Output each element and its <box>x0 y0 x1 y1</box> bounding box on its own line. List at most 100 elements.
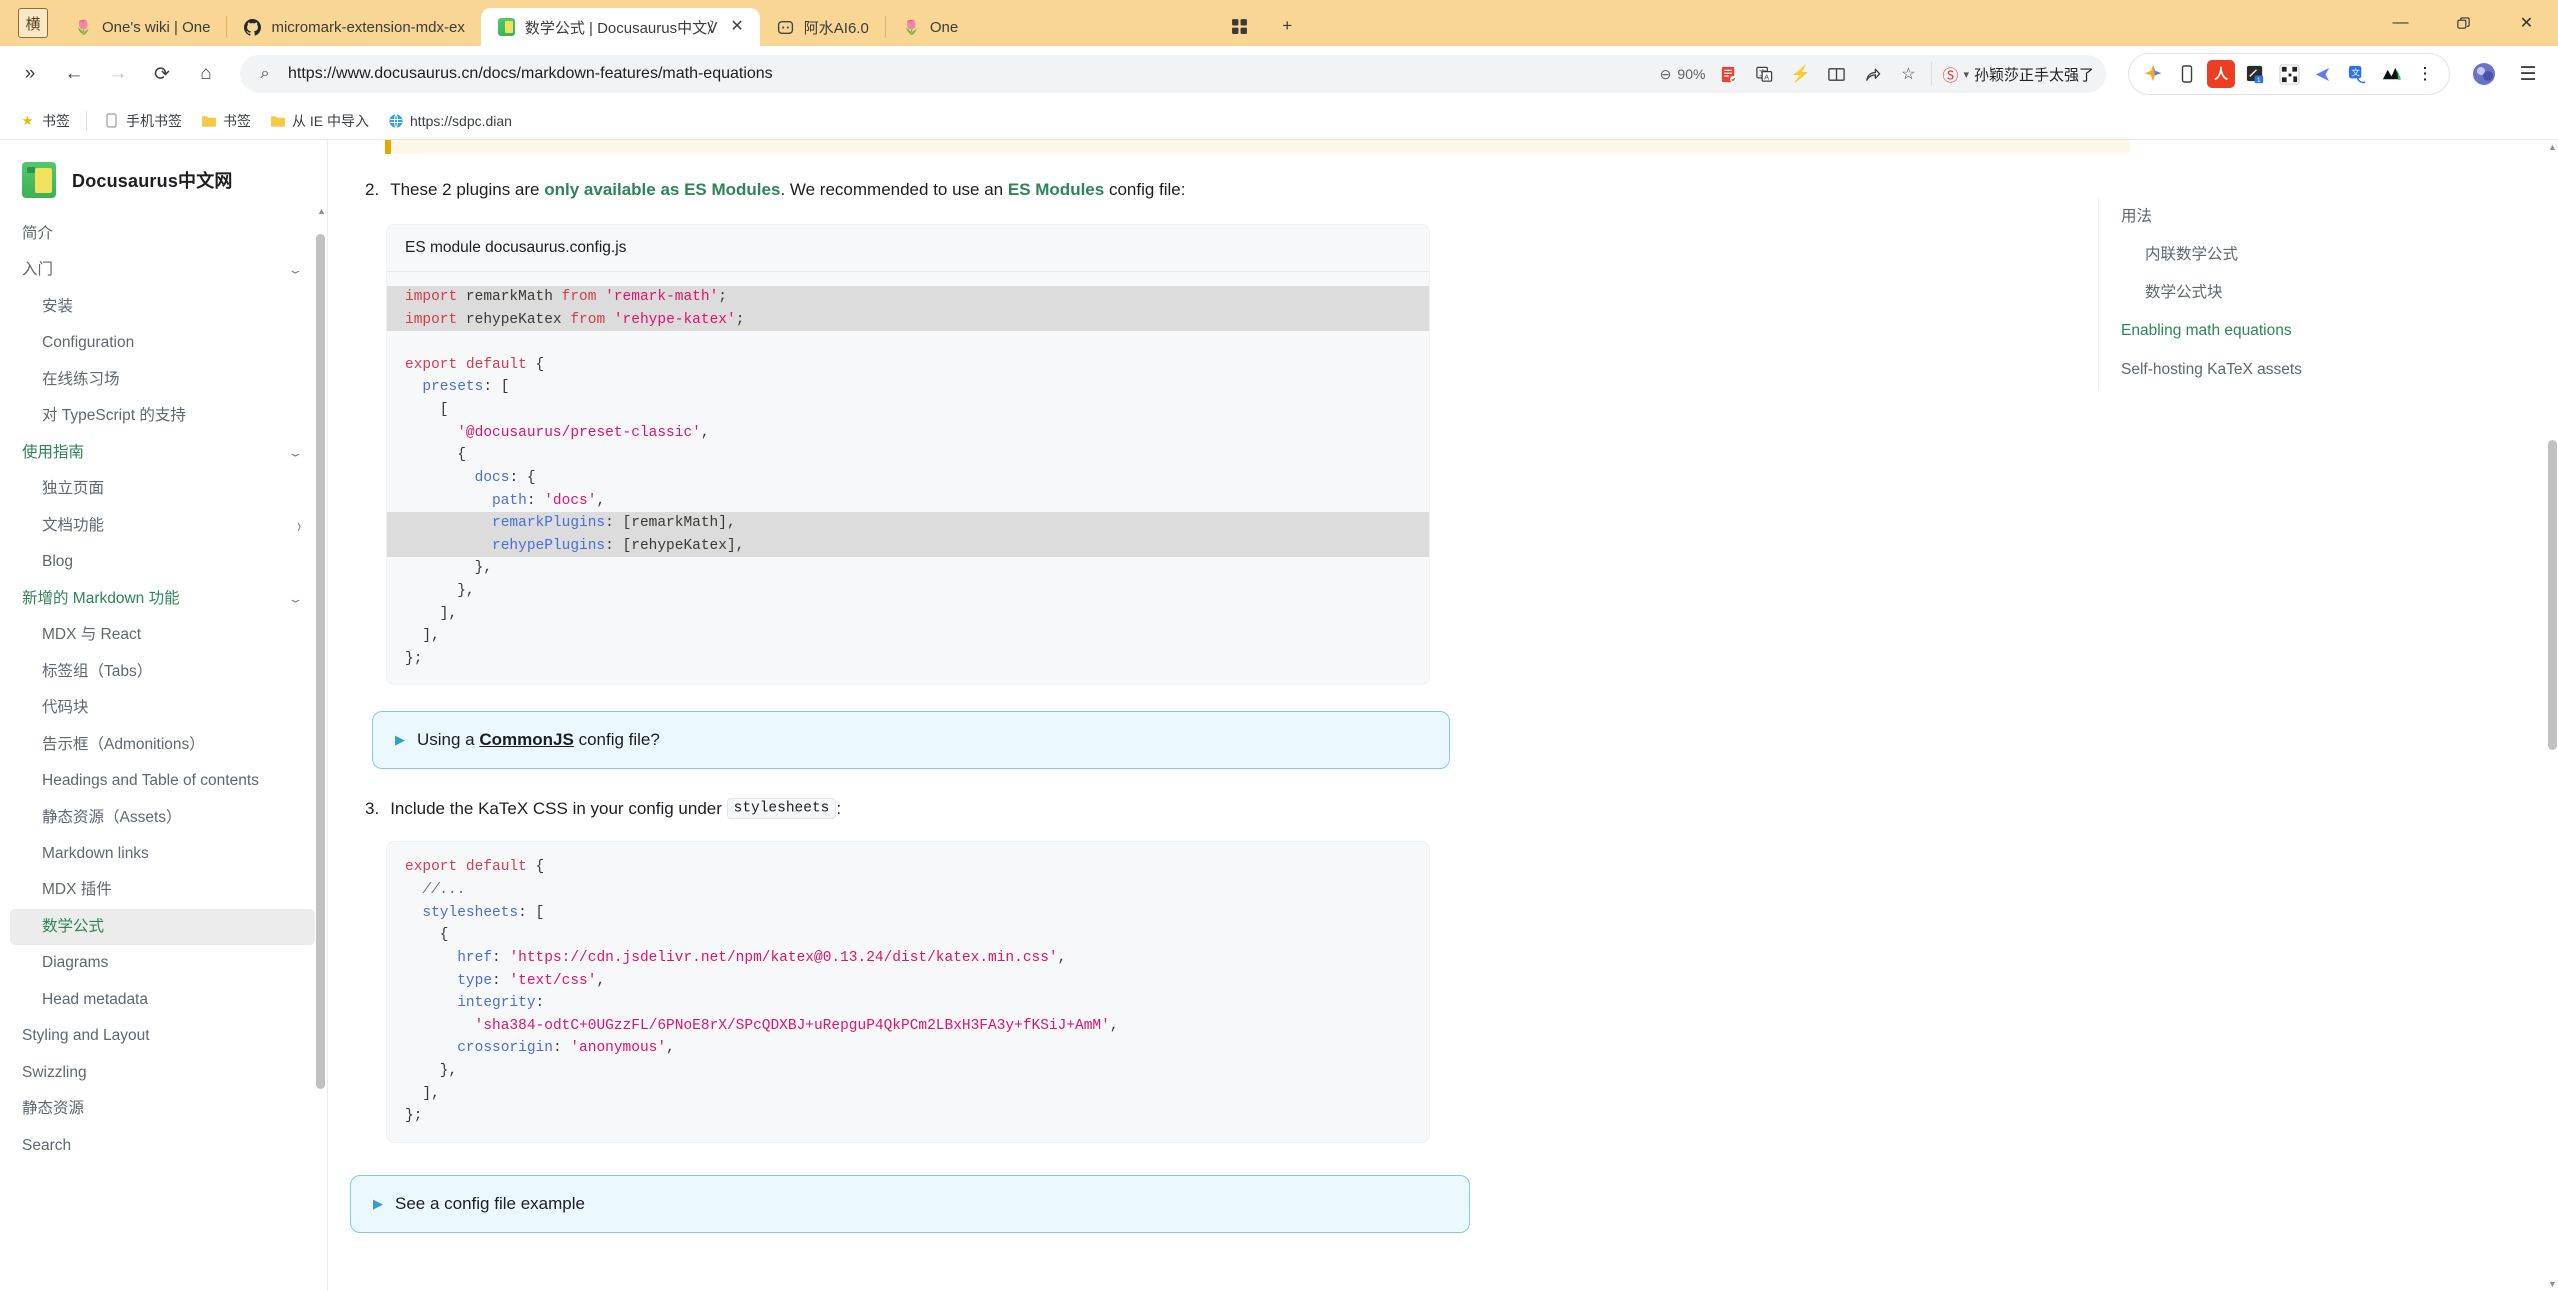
sidebar-item-13[interactable]: 代码块 <box>0 690 327 726</box>
tab-search-icon[interactable] <box>1224 11 1254 41</box>
code-token: : [remarkMath], <box>605 515 736 532</box>
code-token: , <box>596 972 606 989</box>
sidebar-item-11[interactable]: MDX 与 React <box>0 617 327 653</box>
sidebar-item-1[interactable]: 入门 ⌄ <box>0 252 327 288</box>
bookmark-item-3[interactable]: 从 IE 中导入 <box>262 107 376 135</box>
sidebar-item-6[interactable]: 使用指南 ⌄ <box>0 435 327 471</box>
site-brand[interactable]: Docusaurus中文网 <box>0 140 327 216</box>
gemini-sparkle-icon[interactable] <box>2139 60 2167 88</box>
bookmark-star-icon[interactable]: ☆ <box>1895 61 1921 87</box>
sidebar-item-22[interactable]: Styling and Layout <box>0 1018 327 1054</box>
sidebar-item-10[interactable]: 新增的 Markdown 功能 ⌄ <box>0 581 327 617</box>
browser-tab-3[interactable]: 阿水AI6.0 <box>760 8 885 46</box>
share-icon[interactable] <box>1859 61 1885 87</box>
toc-item-4[interactable]: Self-hosting KaTeX assets <box>2121 351 2538 389</box>
bookmark-item-0[interactable]: ★ 书签 <box>12 107 77 135</box>
new-tab-button[interactable]: + <box>1272 11 1302 41</box>
forward-button[interactable]: → <box>98 54 138 94</box>
back-button[interactable]: ← <box>54 54 94 94</box>
sidebar-item-0[interactable]: 简介 <box>0 216 327 252</box>
details-commonjs[interactable]: ▶ Using a CommonJS config file? <box>372 711 1450 770</box>
sidebar-item-16[interactable]: 静态资源（Assets） <box>0 800 327 836</box>
sidebar-item-2[interactable]: 安装 <box>0 289 327 325</box>
bookmark-item-1[interactable]: 手机书签 <box>96 107 189 135</box>
address-bar[interactable]: ⌕ https://www.docusaurus.cn/docs/markdow… <box>240 55 2106 93</box>
adobe-acrobat-icon[interactable]: 人 <box>2207 60 2235 88</box>
code-block-body[interactable]: export default { //... stylesheets: [ { … <box>387 842 1429 1141</box>
chevron-down-icon[interactable]: ⌄ <box>287 591 303 607</box>
lightning-icon[interactable]: ⚡ <box>1787 61 1813 87</box>
site-title: Docusaurus中文网 <box>72 171 233 191</box>
sidebar-item-21[interactable]: Head metadata <box>0 982 327 1018</box>
qr-code-icon[interactable] <box>2275 60 2303 88</box>
sidebar-item-8[interactable]: 文档功能 › <box>0 508 327 544</box>
reader-mode-icon[interactable] <box>1715 61 1741 87</box>
sidebar-item-17[interactable]: Markdown links <box>0 836 327 872</box>
sidebar-item-18[interactable]: MDX 插件 <box>0 872 327 908</box>
toc-item-1[interactable]: 内联数学公式 <box>2121 236 2538 274</box>
browser-tab-1[interactable]: micromark-extension-mdx-ex <box>227 8 480 46</box>
browser-tab-2-active[interactable]: 数学公式 | Docusaurus中文℣ ✕ <box>480 8 760 46</box>
sidebar-item-9[interactable]: Blog <box>0 544 327 580</box>
scroll-down-arrow[interactable]: ▼ <box>2548 1279 2557 1289</box>
sidebar-scrollbar[interactable]: ▲ <box>316 204 326 1287</box>
sidebar-item-24[interactable]: 静态资源 <box>0 1091 327 1127</box>
code-line-0: import remarkMath from 'remark-math'; <box>387 286 1429 309</box>
code-token: : [ <box>483 379 510 396</box>
account-chip[interactable]: Ⓢ ▾ 孙颖莎正手太强了 <box>1931 62 2094 86</box>
close-window-button[interactable]: ✕ <box>2495 0 2558 46</box>
page-scrollbar[interactable]: ▲ ▼ <box>2546 140 2558 1291</box>
reload-button[interactable]: ⟳ <box>142 54 182 94</box>
sidebar-item-23[interactable]: Swizzling <box>0 1055 327 1091</box>
browser-tab-0[interactable]: 🌷 One's wiki | One <box>58 8 226 46</box>
kite-icon[interactable] <box>2309 60 2337 88</box>
sidebar-item-7[interactable]: 独立页面 <box>0 471 327 507</box>
sidebar-scroll-thumb[interactable] <box>316 234 325 1089</box>
browser-menu-icon[interactable]: ☰ <box>2508 54 2548 94</box>
more-icon[interactable]: ⋮ <box>2411 60 2439 88</box>
sidebar-item-25[interactable]: Search <box>0 1128 327 1164</box>
toc-item-3[interactable]: Enabling math equations <box>2121 312 2538 350</box>
chevron-down-icon[interactable]: ⌄ <box>287 263 303 279</box>
sidebar-item-5[interactable]: 对 TypeScript 的支持 <box>0 398 327 434</box>
bookmark-item-4[interactable]: https://sdpc.dian <box>380 108 519 133</box>
chevron-right-icon[interactable]: › <box>297 512 301 540</box>
translate-icon[interactable]: 文A <box>1751 61 1777 87</box>
snip-icon[interactable]: 1 <box>2241 60 2269 88</box>
code-block-body[interactable]: import remarkMath from 'remark-math'; imp… <box>387 272 1429 684</box>
sidebar-item-12[interactable]: 标签组（Tabs） <box>0 654 327 690</box>
zoom-indicator[interactable]: ⊖ 90% <box>1660 66 1706 83</box>
chevron-down-icon[interactable]: ⌄ <box>287 445 303 461</box>
maximize-button[interactable] <box>2432 0 2495 46</box>
minimize-button[interactable]: — <box>2369 0 2432 46</box>
sidebar-item-19[interactable]: 数学公式 <box>10 908 315 946</box>
book-icon[interactable] <box>1823 61 1849 87</box>
sidebar-item-3[interactable]: Configuration <box>0 325 327 361</box>
home-button[interactable]: ⌂ <box>186 54 226 94</box>
profile-avatar[interactable] <box>2464 54 2504 94</box>
details-config-example[interactable]: ▶ See a config file example <box>350 1174 1470 1233</box>
browser-tab-4[interactable]: 🌷 One <box>886 8 974 46</box>
sidebar-item-15[interactable]: Headings and Table of contents <box>0 763 327 799</box>
sidebar-item-14[interactable]: 告示框（Admonitions） <box>0 727 327 763</box>
sidebar-item-label: MDX 插件 <box>42 881 112 899</box>
bookmark-item-2[interactable]: 书签 <box>193 107 258 135</box>
system-menu-icon[interactable]: 横 <box>18 8 48 38</box>
scroll-up-arrow[interactable]: ▲ <box>2548 142 2557 152</box>
scroll-up-arrow[interactable]: ▲ <box>317 206 326 216</box>
wave-icon[interactable] <box>2377 60 2405 88</box>
sidebar-item-20[interactable]: Diagrams <box>0 945 327 981</box>
sidebar-item-label: Diagrams <box>42 954 109 972</box>
toc-item-0[interactable]: 用法 <box>2121 198 2538 236</box>
tab-title: 阿水AI6.0 <box>803 19 869 37</box>
toc-item-2[interactable]: 数学公式块 <box>2121 274 2538 312</box>
overflow-chevrons-icon[interactable]: » <box>10 54 50 94</box>
sidebar-item-4[interactable]: 在线练习场 <box>0 362 327 398</box>
page-scroll-thumb[interactable] <box>2548 440 2557 750</box>
close-icon[interactable]: ✕ <box>730 19 743 35</box>
translate-badge-icon[interactable]: 文 <box>2343 60 2371 88</box>
phone-icon[interactable] <box>2173 60 2201 88</box>
